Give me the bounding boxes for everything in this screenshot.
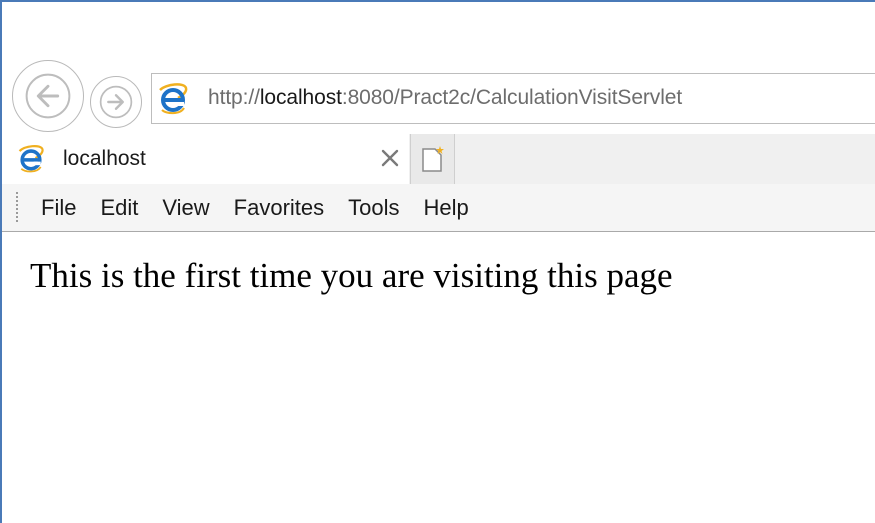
address-bar[interactable]: http://localhost:8080/Pract2c/Calculatio… [151,73,875,124]
menu-item-help[interactable]: Help [412,184,481,232]
browser-window: http://localhost:8080/Pract2c/Calculatio… [0,0,875,523]
back-button[interactable] [12,60,84,132]
forward-button[interactable] [90,76,142,128]
menu-item-favorites[interactable]: Favorites [222,184,336,232]
internet-explorer-icon [18,145,44,173]
visit-message: This is the first time you are visiting … [30,256,673,295]
page-content: This is the first time you are visiting … [2,232,875,523]
menu-item-file[interactable]: File [29,184,88,232]
menu-items: File Edit View Favorites Tools Help [29,184,481,232]
url-prefix: http:// [208,86,260,109]
menu-item-tools[interactable]: Tools [336,184,411,232]
url-host: localhost [259,86,342,109]
menu-item-view[interactable]: View [150,184,221,232]
menu-item-edit[interactable]: Edit [88,184,150,232]
back-arrow-icon [25,73,71,119]
new-tab-icon [422,146,444,172]
internet-explorer-icon [159,83,188,115]
url-path: :8080/Pract2c/CalculationVisitServlet [341,86,683,109]
forward-arrow-icon [99,85,133,119]
close-icon[interactable] [377,145,403,171]
navigation-bar: http://localhost:8080/Pract2c/Calculatio… [2,60,875,132]
tab-title: localhost [63,147,146,170]
new-tab-button[interactable] [410,134,455,184]
menu-bar: File Edit View Favorites Tools Help [2,184,875,232]
menu-grip [16,192,18,224]
tab-bar: localhost [2,134,875,184]
url-text: http://localhost:8080/Pract2c/Calculatio… [208,86,682,110]
tab-localhost[interactable]: localhost [2,134,409,184]
